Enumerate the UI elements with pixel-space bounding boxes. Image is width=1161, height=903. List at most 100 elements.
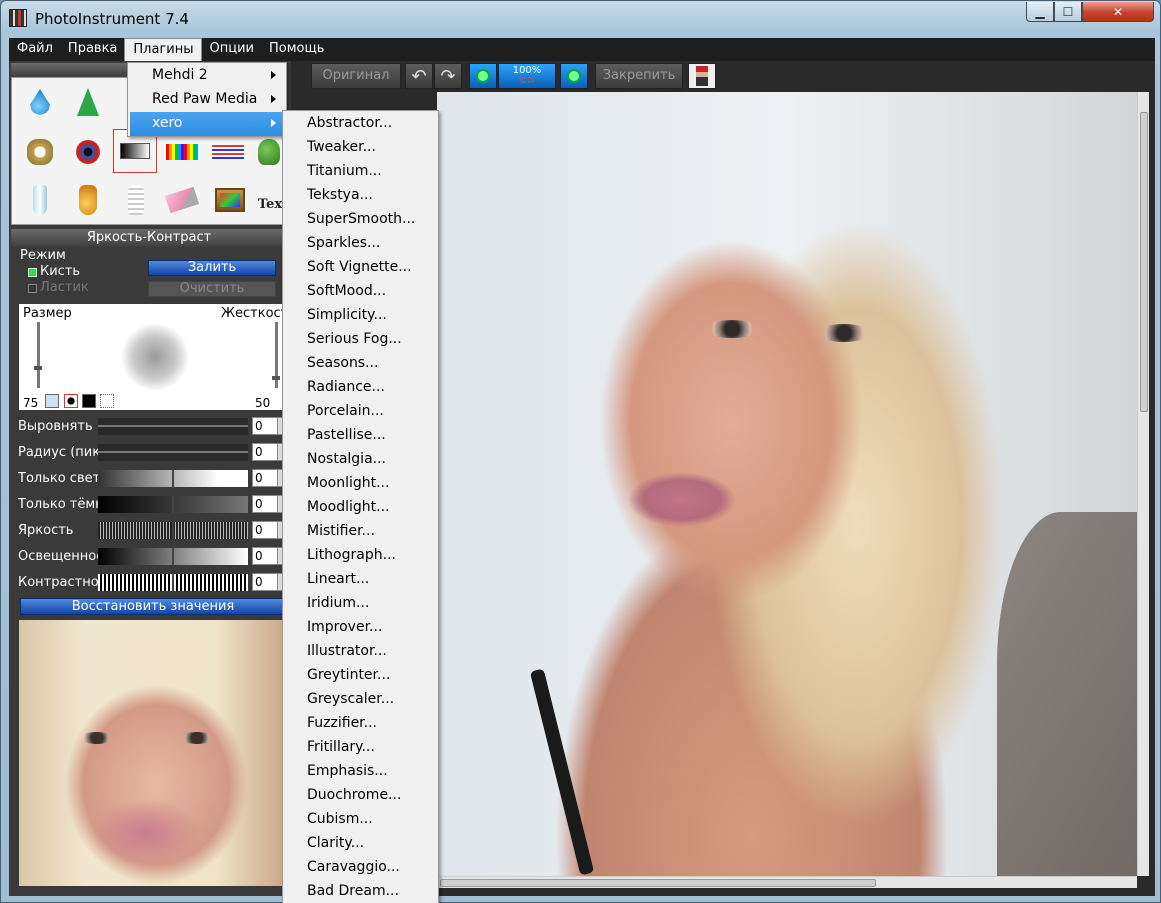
menu-help[interactable]: Помощь xyxy=(261,38,331,61)
plugin-red-paw[interactable]: Red Paw Media xyxy=(130,88,284,112)
xero-menu-item[interactable]: Pastellise... xyxy=(283,423,438,447)
xero-menu-item[interactable]: Porcelain... xyxy=(283,399,438,423)
xero-menu-item[interactable]: Simplicity... xyxy=(283,303,438,327)
zoom-out-icon[interactable] xyxy=(560,63,588,89)
adj-slider[interactable] xyxy=(98,470,248,487)
xero-menu-item[interactable]: Cubism... xyxy=(283,807,438,831)
redo-icon[interactable]: ↷ xyxy=(434,63,462,89)
eye-icon[interactable] xyxy=(68,132,108,172)
adj-slider[interactable] xyxy=(98,548,248,565)
tv-icon[interactable] xyxy=(210,180,250,220)
cheese-icon[interactable] xyxy=(20,132,60,172)
adj-value[interactable]: 0 xyxy=(252,495,278,513)
adj-row-dark: Только тёмн 0 xyxy=(9,493,291,515)
xero-menu-item[interactable]: Greytinter... xyxy=(283,663,438,687)
xero-menu-item[interactable]: Moodlight... xyxy=(283,495,438,519)
xero-menu-item[interactable]: Improver... xyxy=(283,615,438,639)
bulb-icon[interactable] xyxy=(116,180,156,220)
plugin-xero[interactable]: xero xyxy=(130,112,284,136)
original-button[interactable]: Оригинал xyxy=(311,63,401,89)
app-logo-icon xyxy=(9,9,27,27)
square-brush-icon[interactable] xyxy=(82,394,96,408)
undo-icon[interactable]: ↶ xyxy=(405,63,433,89)
xero-menu-item[interactable]: Caravaggio... xyxy=(283,855,438,879)
vertical-scrollbar[interactable] xyxy=(1137,92,1149,876)
xero-menu-item[interactable]: Iridium... xyxy=(283,591,438,615)
adj-value[interactable]: 0 xyxy=(252,547,278,565)
xero-menu-item[interactable]: Seasons... xyxy=(283,351,438,375)
zoom-100-icon[interactable]: 100% ⊂⊃ xyxy=(498,63,556,89)
adj-value[interactable]: 0 xyxy=(252,417,278,435)
xero-menu-item[interactable]: Lithograph... xyxy=(283,543,438,567)
close-button[interactable]: ✕ xyxy=(1082,2,1154,22)
restore-values-button[interactable]: Восстановить значения xyxy=(20,598,286,615)
pin-button[interactable]: Закрепить xyxy=(595,63,683,89)
fill-button[interactable]: Залить xyxy=(148,260,276,276)
xero-menu-item[interactable]: Bad Dream... xyxy=(283,879,438,903)
person-icon[interactable] xyxy=(688,63,716,89)
plugin-mehdi[interactable]: Mehdi 2 xyxy=(130,64,284,88)
adj-value[interactable]: 0 xyxy=(252,443,278,461)
xero-menu-item[interactable]: Clarity... xyxy=(283,831,438,855)
tube-icon[interactable] xyxy=(20,180,60,220)
brush-checkbox[interactable] xyxy=(28,268,37,277)
adj-slider[interactable] xyxy=(98,574,248,591)
panel-title: Яркость-Контраст xyxy=(11,229,287,247)
size-slider[interactable] xyxy=(34,322,42,388)
eraser-icon[interactable] xyxy=(162,180,202,220)
xero-menu-item[interactable]: Sparkles... xyxy=(283,231,438,255)
lines-icon[interactable] xyxy=(208,132,248,172)
xero-menu-item[interactable]: SuperSmooth... xyxy=(283,207,438,231)
minimize-button[interactable]: ▁ xyxy=(1026,2,1054,22)
xero-menu-item[interactable]: Greyscaler... xyxy=(283,687,438,711)
adj-value[interactable]: 0 xyxy=(252,469,278,487)
adj-value[interactable]: 0 xyxy=(252,573,278,591)
image-canvas[interactable] xyxy=(437,92,1137,876)
rainbow-icon[interactable] xyxy=(162,132,202,172)
xero-menu-item[interactable]: Titanium... xyxy=(283,159,438,183)
drop-icon[interactable] xyxy=(20,82,60,122)
maximize-button[interactable]: ☐ xyxy=(1054,2,1082,22)
hardness-slider[interactable] xyxy=(272,322,280,388)
xero-menu-item[interactable]: Nostalgia... xyxy=(283,447,438,471)
adj-slider[interactable] xyxy=(98,444,248,461)
round-brush-icon[interactable] xyxy=(64,394,78,408)
zoom-in-icon[interactable] xyxy=(469,63,497,89)
menu-edit[interactable]: Правка xyxy=(60,38,124,61)
adj-value[interactable]: 0 xyxy=(252,521,278,539)
menu-item-label: xero xyxy=(152,115,183,131)
clear-button[interactable]: Очистить xyxy=(148,281,276,297)
navigator-thumbnail[interactable] xyxy=(19,620,283,886)
xero-menu-item[interactable]: Fuzzifier... xyxy=(283,711,438,735)
adj-slider[interactable] xyxy=(98,496,248,513)
xero-menu-item[interactable]: Mistifier... xyxy=(283,519,438,543)
menu-file[interactable]: Файл xyxy=(9,38,60,61)
xero-menu-item[interactable]: Moonlight... xyxy=(283,471,438,495)
adj-slider[interactable] xyxy=(98,522,248,539)
cone-icon[interactable] xyxy=(68,82,108,122)
adj-slider[interactable] xyxy=(98,418,248,435)
xero-menu-item[interactable]: Emphasis... xyxy=(283,759,438,783)
selection-brush-icon[interactable] xyxy=(100,394,114,408)
xero-menu-item[interactable]: SoftMood... xyxy=(283,279,438,303)
horizontal-scrollbar[interactable] xyxy=(437,876,1137,888)
xero-menu-item[interactable]: Abstractor... xyxy=(283,111,438,135)
xero-menu-item[interactable]: Tweaker... xyxy=(283,135,438,159)
mode-label: Режим xyxy=(20,248,66,263)
xero-menu-item[interactable]: Radiance... xyxy=(283,375,438,399)
xero-menu-item[interactable]: Soft Vignette... xyxy=(283,255,438,279)
menu-plugins[interactable]: Плагины xyxy=(124,38,202,61)
snake-icon[interactable] xyxy=(252,132,286,172)
xero-menu-item[interactable]: Fritillary... xyxy=(283,735,438,759)
menu-options[interactable]: Опции xyxy=(202,38,261,61)
xero-menu-item[interactable]: Lineart... xyxy=(283,567,438,591)
xero-submenu: Abstractor... Tweaker... Titanium... Teksty… xyxy=(282,110,439,903)
app-window: PhotoInstrument 7.4 ▁ ☐ ✕ Файл Правка Пл… xyxy=(0,0,1161,903)
xero-menu-item[interactable]: Serious Fog... xyxy=(283,327,438,351)
xero-menu-item[interactable]: Duochrome... xyxy=(283,783,438,807)
xero-menu-item[interactable]: Tekstya... xyxy=(283,183,438,207)
bottle-icon[interactable] xyxy=(68,180,108,220)
spin-icon[interactable] xyxy=(45,394,59,408)
xero-menu-item[interactable]: Illustrator... xyxy=(283,639,438,663)
eraser-checkbox[interactable] xyxy=(28,284,37,293)
